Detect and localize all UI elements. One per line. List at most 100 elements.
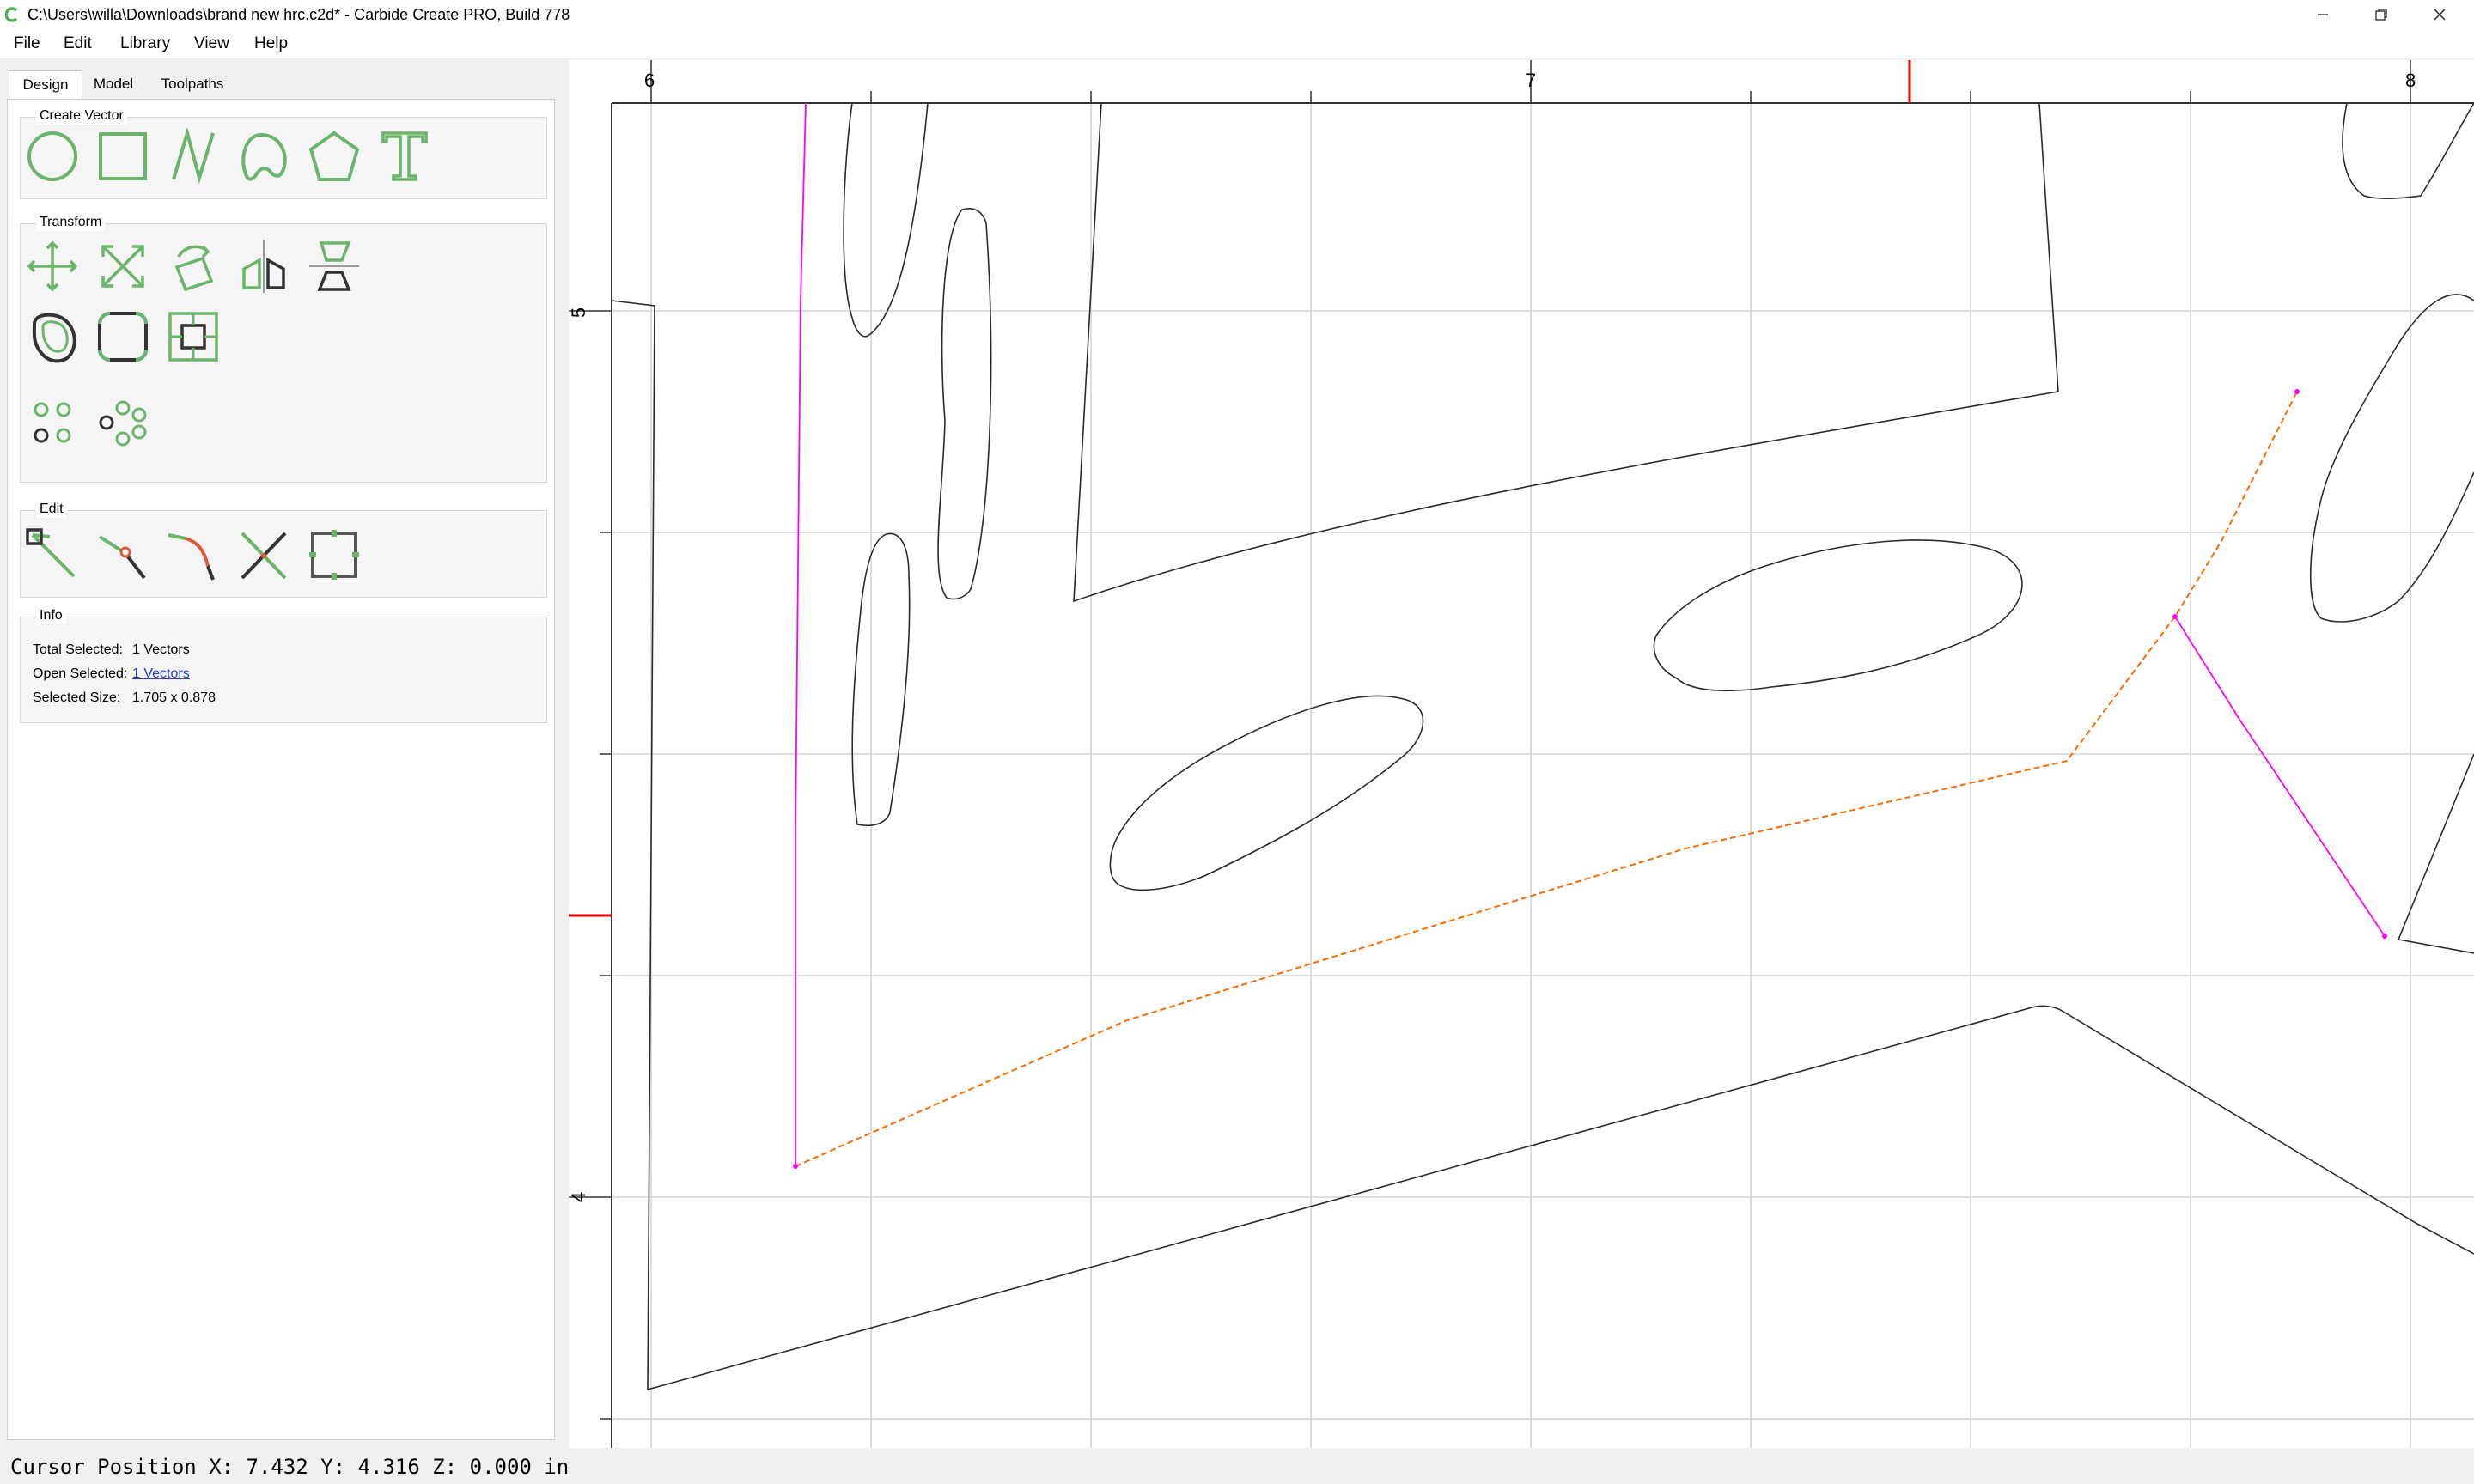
linear-array-button[interactable] [24,394,81,451]
total-selected-row: Total Selected: 1 Vectors [33,642,190,659]
upper-shape-vector[interactable] [1073,102,2059,603]
ruler-label-y-4: 4 [568,1191,590,1203]
tab-model[interactable]: Model [86,70,141,98]
polygon-tool-button[interactable] [306,128,363,185]
menu-library[interactable]: Library [120,33,170,54]
cut-button[interactable] [235,526,292,583]
ruler-label-x-7: 7 [1526,70,1537,91]
close-button[interactable] [2410,0,2469,29]
linear-array-icon [34,402,71,443]
curve-tool-button[interactable] [235,128,292,185]
boundary-box-button[interactable] [165,308,222,365]
restore-button[interactable] [2352,0,2410,29]
open-selected-link[interactable]: 1 Vectors [132,666,190,681]
right-top-vector[interactable] [2342,102,2474,199]
minimize-icon [2318,14,2328,15]
circular-array-icon [99,400,147,447]
polygon-tool-icon [308,131,360,181]
menu-help[interactable]: Help [254,33,288,54]
carbide-logo-icon [5,7,18,22]
close-icon [2434,9,2446,21]
open-path-vector[interactable] [795,102,2386,1166]
ruler-label-y-5: 5 [568,307,590,319]
menu-edit[interactable]: Edit [64,33,92,54]
edit-group: Edit [20,501,547,598]
circular-array-button[interactable] [94,394,151,451]
fillet-button[interactable] [94,308,151,365]
circle-tool-icon [27,131,77,181]
outer-boundary-vector[interactable] [611,300,2474,1391]
menu-view[interactable]: View [194,33,229,54]
split-icon [98,535,146,580]
create-vector-group: Create Vector [20,107,547,199]
horizontal-ruler [569,60,2474,104]
info-label: Info [36,607,66,624]
slot-vector-1[interactable] [843,102,929,338]
design-tab-body: Create Vector Transform Edit Info Total … [7,99,555,1440]
vector-nodes[interactable] [793,389,2387,1169]
menu-bar: File Edit Library View Help [0,29,2474,58]
rotate-button[interactable] [165,238,222,295]
cursor-position-readout: Cursor Position X: 7.432 Y: 4.316 Z: 0.0… [10,1455,570,1479]
ruler-label-x-6: 6 [644,70,655,91]
transform-label: Transform [36,214,106,231]
open-selected-label: Open Selected: [33,666,128,681]
bounding-box-button[interactable] [306,526,363,583]
trim-button[interactable] [165,526,222,583]
ruler-label-x-8: 8 [2405,70,2416,91]
polyline-tool-icon [172,128,215,185]
text-tool-button[interactable] [376,128,433,185]
slot-vector-2[interactable] [937,208,992,600]
text-tool-icon [381,131,428,181]
total-selected-value: 1 Vectors [132,642,190,657]
window-title: C:\Users\willa\Downloads\brand new hrc.c… [27,6,570,23]
scale-icon [101,245,144,288]
title-bar: C:\Users\willa\Downloads\brand new hrc.c… [0,0,2474,29]
node-edit-icon [26,528,76,578]
offset-button[interactable] [24,308,81,365]
align-icon [309,241,359,291]
restore-icon [2375,9,2387,21]
rectangle-tool-icon [99,132,147,180]
design-panel: Design Model Toolpaths Create Vector Tra… [0,60,567,1448]
oval-vector-1[interactable] [1109,695,1424,891]
mirror-button[interactable] [235,238,292,295]
circle-tool-button[interactable] [24,128,81,185]
right-oval-vector[interactable] [2309,294,2474,623]
boundary-box-icon [168,312,218,362]
right-lower-vector[interactable] [2397,753,2474,954]
status-bar: Cursor Position X: 7.432 Y: 4.316 Z: 0.0… [0,1450,2474,1484]
selected-size-value: 1.705 x 0.878 [132,690,216,705]
create-vector-label: Create Vector [36,107,127,125]
total-selected-label: Total Selected: [33,642,123,657]
move-icon [27,240,78,292]
transform-group: Transform [20,214,547,483]
bounding-box-icon [309,530,359,580]
oval-vector-2[interactable] [1653,539,2023,691]
align-button[interactable] [306,238,363,295]
design-canvas[interactable]: 6 7 8 5 4 [568,60,2474,1448]
menu-file[interactable]: File [14,33,40,54]
tab-toolpaths[interactable]: Toolpaths [149,70,235,98]
canvas-drawing[interactable] [569,60,2474,1448]
vertical-ruler [569,103,612,1448]
trim-icon [168,533,215,581]
rotate-icon [174,245,214,292]
scale-button[interactable] [94,238,151,295]
polyline-tool-button[interactable] [165,128,222,185]
selected-size-row: Selected Size: 1.705 x 0.878 [33,690,216,707]
node-edit-button[interactable] [24,526,81,583]
edit-label: Edit [36,501,67,518]
cut-icon [241,532,287,580]
info-group: Info Total Selected: 1 Vectors Open Selec… [20,607,547,723]
move-button[interactable] [24,238,81,295]
minimize-button[interactable] [2294,0,2352,29]
rectangle-tool-button[interactable] [94,128,151,185]
grid-lines [612,103,2474,1448]
tab-design[interactable]: Design [9,70,82,100]
open-selected-row: Open Selected: 1 Vectors [33,666,190,683]
split-button[interactable] [94,526,151,583]
curve-tool-icon [241,132,287,181]
slot-vector-3[interactable] [851,532,911,826]
selected-vector[interactable] [795,391,2298,1167]
